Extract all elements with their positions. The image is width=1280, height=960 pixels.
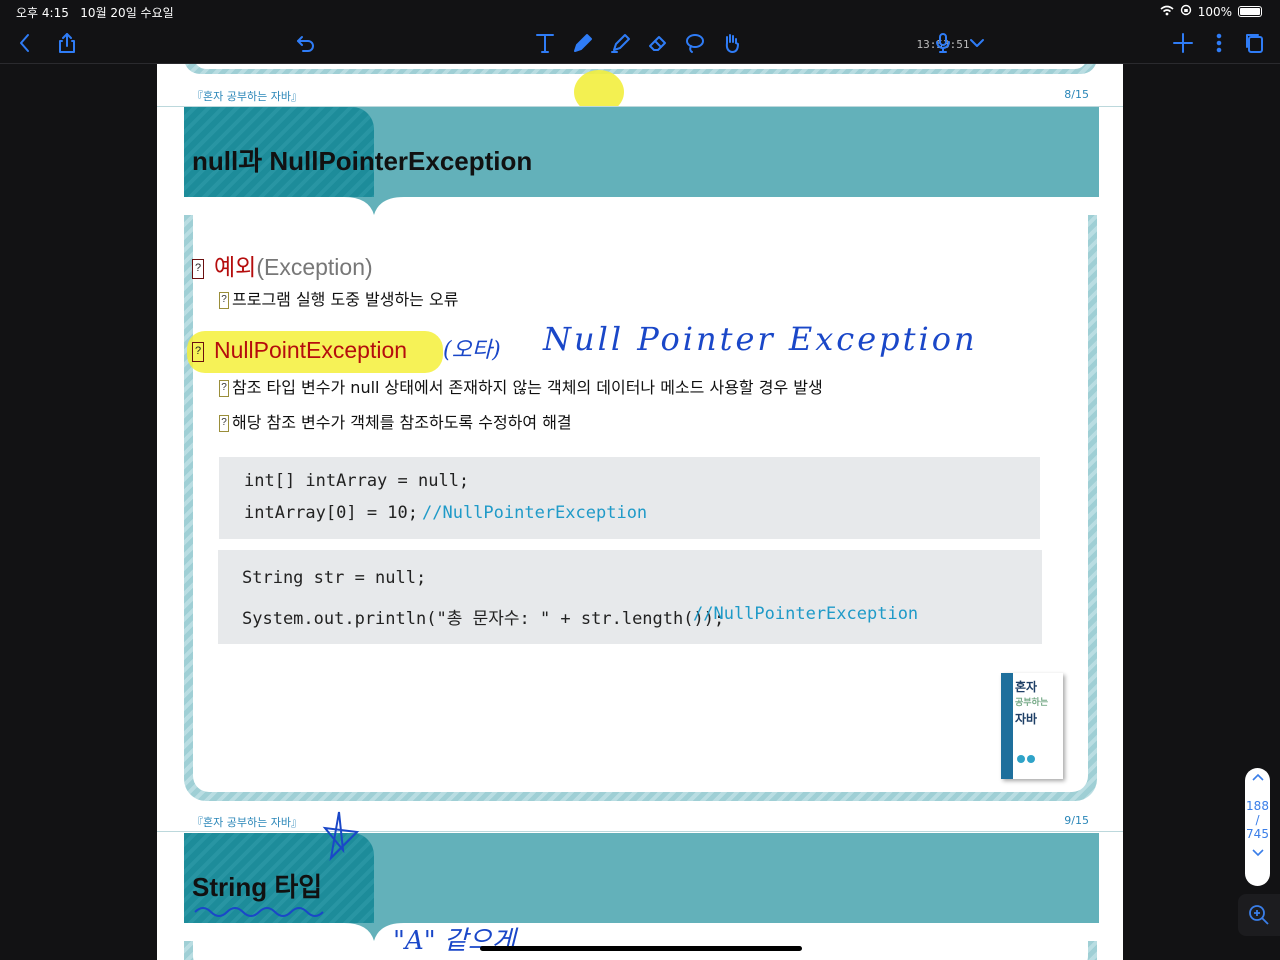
pen-tool-icon[interactable] [570,30,596,56]
page-header-left: 『혼자 공부하는 자바』 [192,90,302,103]
handwritten-note-typo: (오타) [443,338,501,363]
app-toolbar: 13:53:51 [0,22,1280,64]
slide-title: String 타입 [192,872,323,902]
code-comment: //NullPointerException [422,503,648,523]
code-block-int-array: int[] intArray = null; intArray[0] = 10;… [219,457,1040,539]
document-page[interactable]: 『혼자 공부하는 자바』 8/15 null과 NullPointerExcep… [157,64,1123,960]
title-banner-notch [184,197,1099,215]
title-banner-notch [184,923,1099,941]
book-cover-image: 혼자 공부하는 자바 [1001,673,1063,779]
bullet-runtime-error: ? 프로그램 실행 도중 발생하는 오류 [219,286,458,310]
page-header-left: 『혼자 공부하는 자바』 [192,816,302,829]
status-date: 10월 20일 수요일 [80,6,174,20]
bullet-marker: ? [192,258,204,279]
text-tool-icon[interactable] [532,30,558,56]
zoom-in-icon [1249,905,1269,925]
heading-red-text: 예외 [214,254,257,280]
add-page-icon[interactable] [1170,30,1196,56]
page-divider [157,831,1123,832]
chevron-down-icon[interactable] [1245,847,1270,862]
status-datetime: 오후 4:15 10월 20일 수요일 [16,4,174,21]
microphone-icon[interactable] [930,30,956,56]
page-scroll-indicator[interactable]: 188 / 745 [1245,768,1270,886]
code-comment: //NullPointerException [693,604,919,624]
share-icon[interactable] [54,30,80,56]
highlighter-tool-icon[interactable] [608,30,634,56]
heading-text: NullPointException [214,337,408,363]
bullet-text: 프로그램 실행 도중 발생하는 오류 [232,290,459,309]
battery-percent: 100% [1197,4,1232,19]
bullet-null-fix: ? 해당 참조 변수가 객체를 참조하도록 수정하여 해결 [219,409,572,433]
bullet-text: 참조 타입 변수가 null 상태에서 존재하지 않는 객체의 데이터나 메소드… [232,378,823,397]
previous-slide-frame-bottom [184,64,1097,74]
heading-gray-text: (Exception) [256,254,373,280]
lasso-tool-icon[interactable] [682,30,708,56]
orientation-lock-icon [1180,4,1192,19]
code-line: int[] intArray = null; [244,471,470,491]
section-heading-nullpointexception: ? NullPointException [192,337,407,364]
handwritten-star-mark [322,811,360,861]
gesture-tool-icon[interactable] [719,30,745,56]
wifi-icon [1160,5,1174,19]
bullet-null-cause: ? 참조 타입 변수가 null 상태에서 존재하지 않는 객체의 데이터나 메소… [219,374,823,398]
book-title-line: 공부하는 [1015,698,1049,708]
handwritten-wave-mark [194,907,324,917]
battery-icon [1238,6,1262,17]
slide-title: null과 NullPointerException [192,146,533,176]
code-block-string: String str = null; System.out.println("총… [218,550,1042,644]
bullet-marker: ? [219,292,229,309]
code-line: System.out.println("총 문자수: " + str.lengt… [242,609,725,629]
page-number: 9/15 [1064,814,1089,827]
code-line: String str = null; [242,568,427,588]
bullet-marker: ? [219,415,229,432]
status-right: 100% [1160,4,1262,19]
section-heading-exception: ? 예외(Exception) [192,248,373,282]
book-title-line: 혼자 [1015,680,1038,694]
status-time: 오후 4:15 [16,6,69,20]
page-number: 8/15 [1064,88,1089,101]
total-pages: 745 [1246,827,1269,841]
book-title-line: 자바 [1015,712,1038,726]
eraser-tool-icon[interactable] [645,30,671,56]
home-indicator[interactable] [480,946,802,951]
back-chevron-icon[interactable] [12,30,38,56]
handwritten-note-string: "A" 같으게 [393,926,516,956]
status-bar: 오후 4:15 10월 20일 수요일 100% [0,0,1280,22]
chevron-up-icon[interactable] [1245,771,1270,786]
bullet-marker: ? [219,380,229,397]
page-separator: / [1255,813,1260,827]
chevron-down-icon[interactable] [964,30,990,56]
bullet-marker: ? [192,341,204,362]
bullet-text: 해당 참조 변수가 객체를 참조하도록 수정하여 해결 [232,413,572,432]
undo-icon[interactable] [293,30,319,56]
more-options-icon[interactable] [1206,30,1232,56]
current-page: 188 [1246,799,1269,813]
handwritten-note-correction: Null Pointer Exception [543,320,978,358]
zoom-button[interactable] [1238,894,1280,936]
page-overview-icon[interactable] [1242,30,1268,56]
code-line: intArray[0] = 10; [244,503,418,523]
